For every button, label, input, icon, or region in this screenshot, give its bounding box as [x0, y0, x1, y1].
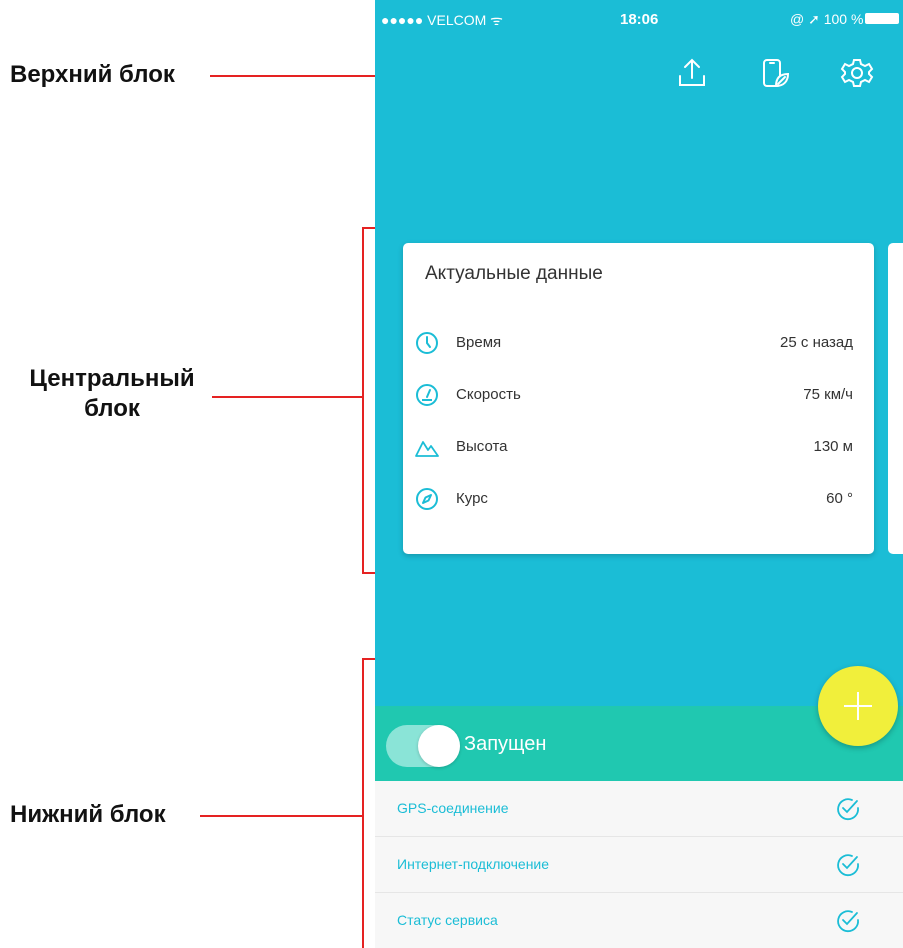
carrier-label: ●●●●● VELCOM ᯤ	[381, 12, 503, 28]
status-item-gps[interactable]: GPS-соединение	[375, 781, 903, 837]
status-service-label: Статус сервиса	[397, 912, 498, 928]
status-bar: ●●●●● VELCOM ᯤ 18:06 @ ➚ 100 %	[375, 0, 903, 34]
battery-icon	[865, 13, 899, 24]
phone-leaf-icon[interactable]	[757, 56, 791, 90]
annotation-center-line	[212, 396, 364, 398]
row-speed-label: Скорость	[456, 386, 521, 403]
annotation-center-line2: блок	[84, 395, 140, 422]
compass-icon	[416, 488, 438, 510]
current-data-card[interactable]: Актуальные данные Время 25 с назад Скоро…	[403, 243, 874, 554]
card-title: Актуальные данные	[425, 263, 603, 284]
status-gps-label: GPS-соединение	[397, 800, 509, 816]
row-speed-value: 75 км/ч	[803, 386, 853, 403]
gear-icon[interactable]	[840, 56, 874, 90]
row-course: Курс 60 °	[403, 487, 874, 517]
speedometer-icon	[416, 384, 438, 406]
row-altitude-label: Высота	[456, 438, 508, 455]
status-item-service[interactable]: Статус сервиса	[375, 893, 903, 948]
row-course-label: Курс	[456, 490, 488, 507]
clock-icon	[416, 332, 438, 354]
annotation-top-block: Верхний блок	[10, 61, 175, 88]
annotation-bottom-block: Нижний блок	[10, 801, 166, 828]
battery-label: @ ➚ 100 %	[790, 11, 864, 27]
row-time-value: 25 с назад	[780, 334, 853, 351]
upload-icon[interactable]	[675, 56, 709, 90]
row-time: Время 25 с назад	[403, 331, 874, 361]
plus-icon	[844, 692, 872, 720]
next-card-peek[interactable]	[888, 243, 903, 554]
phone-screen: ●●●●● VELCOM ᯤ 18:06 @ ➚ 100 % Актуальны…	[375, 0, 903, 948]
check-circle-icon	[837, 910, 859, 933]
row-altitude-value: 130 м	[813, 438, 853, 455]
row-time-label: Время	[456, 334, 502, 351]
toggle-knob	[418, 725, 460, 767]
add-button[interactable]	[818, 666, 898, 746]
annotation-bottom-line	[200, 815, 364, 817]
row-course-value: 60 °	[826, 490, 853, 507]
mountain-icon	[415, 441, 439, 457]
status-list: GPS-соединение Интернет-подключение Стат…	[375, 781, 903, 948]
annotation-center-line1: Центральный	[29, 365, 195, 392]
row-speed: Скорость 75 км/ч	[403, 383, 874, 413]
row-altitude: Высота 130 м	[403, 435, 874, 465]
status-internet-label: Интернет-подключение	[397, 856, 550, 872]
service-toggle[interactable]	[386, 725, 460, 767]
status-item-internet[interactable]: Интернет-подключение	[375, 837, 903, 893]
annotation-bottom-bracket	[362, 658, 364, 948]
annotation-center-block: Центральный блок	[12, 364, 212, 424]
check-circle-icon	[837, 854, 859, 877]
service-state-label: Запущен	[464, 733, 547, 755]
clock-label: 18:06	[620, 11, 659, 28]
check-circle-icon	[837, 798, 859, 821]
